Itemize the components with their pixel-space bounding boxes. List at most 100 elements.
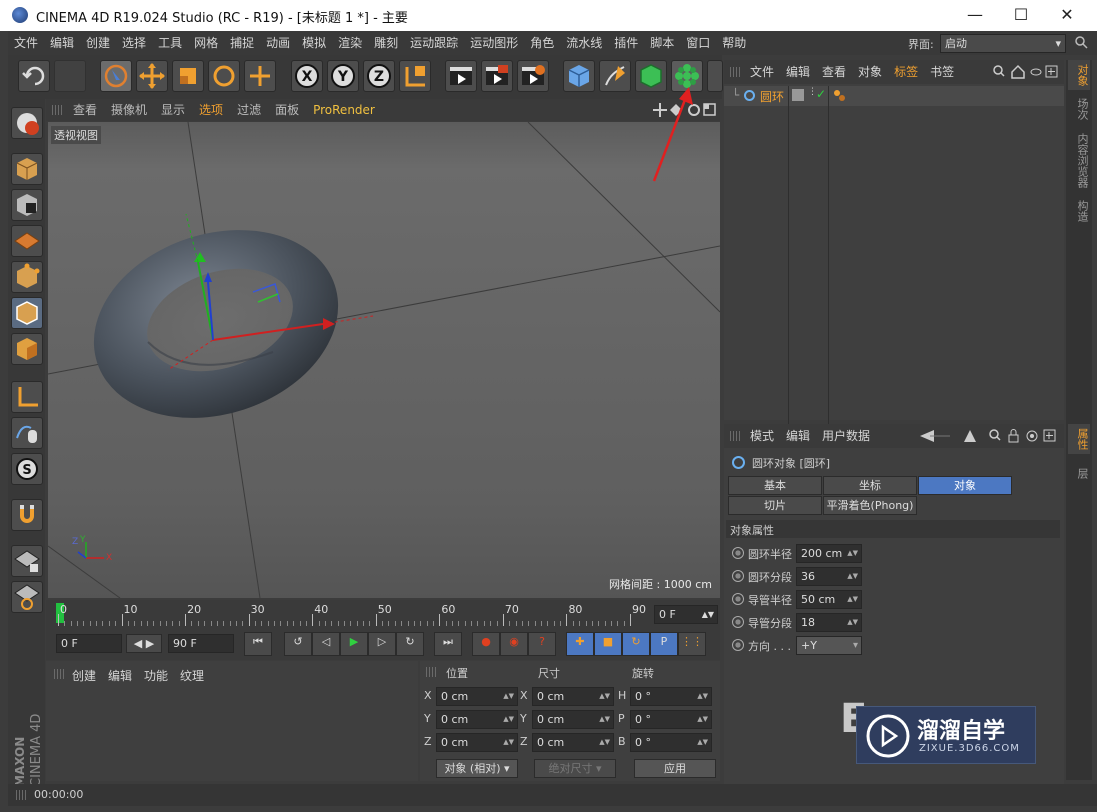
coord-value-field[interactable]: 0 cm ▲▼ — [436, 733, 518, 752]
material-menu-item[interactable]: 编辑 — [102, 664, 138, 688]
menu-item[interactable]: 角色 — [524, 31, 560, 55]
keyframe-radio-icon[interactable] — [732, 547, 744, 559]
next-frame-button[interactable]: ▷ — [368, 632, 396, 656]
viewport-menu-item[interactable]: 选项 — [192, 99, 230, 121]
texture-mode-button[interactable] — [11, 189, 43, 221]
menu-item[interactable]: 网格 — [188, 31, 224, 55]
menu-item[interactable]: 模拟 — [296, 31, 332, 55]
render-view-button[interactable] — [445, 60, 477, 92]
keyframe-radio-icon[interactable] — [732, 593, 744, 605]
keyframe-radio-icon[interactable] — [732, 639, 744, 651]
live-selection-tool[interactable] — [100, 60, 132, 92]
parameter-value-field[interactable]: 50 cm ▲▼ — [796, 590, 862, 609]
key-position-button[interactable]: ✚ — [566, 632, 594, 656]
keyframe-radio-icon[interactable] — [732, 616, 744, 628]
object-menu-item[interactable]: 书签 — [924, 60, 960, 84]
workplane-mode-button[interactable] — [11, 225, 43, 257]
object-menu-item[interactable]: 标签 — [888, 60, 924, 84]
current-frame-field[interactable]: 0 F ▲▼ — [654, 605, 718, 624]
menu-item[interactable]: 工具 — [152, 31, 188, 55]
render-settings-button[interactable] — [517, 60, 549, 92]
parameter-value-field[interactable]: 18 ▲▼ — [796, 613, 862, 632]
menu-item[interactable]: 动画 — [260, 31, 296, 55]
coord-value-field[interactable]: 0 cm ▲▼ — [532, 733, 614, 752]
coordinate-system-button[interactable] — [399, 60, 431, 92]
menu-item[interactable]: 插件 — [608, 31, 644, 55]
viewport-menu-item[interactable]: 显示 — [154, 99, 192, 121]
coord-value-field[interactable]: 0 ° ▲▼ — [630, 733, 712, 752]
layer-icon[interactable] — [792, 89, 804, 101]
search-icon[interactable] — [1074, 35, 1088, 49]
object-menu-item[interactable]: 编辑 — [780, 60, 816, 84]
prev-frame-button[interactable]: ◁ — [312, 632, 340, 656]
end-frame-field[interactable]: 90 F — [168, 634, 234, 653]
render-to-picture-viewer-button[interactable] — [481, 60, 513, 92]
coord-value-field[interactable]: 0 ° ▲▼ — [630, 710, 712, 729]
maximize-button[interactable]: ☐ — [998, 0, 1044, 31]
next-key-button[interactable]: ↻ — [396, 632, 424, 656]
z-axis-lock-button[interactable]: Z — [363, 60, 395, 92]
object-menu-item[interactable]: 对象 — [852, 60, 888, 84]
right-tab[interactable]: 对象 — [1068, 60, 1090, 90]
attribute-menu-item[interactable]: 用户数据 — [816, 424, 876, 448]
object-menu-item[interactable]: 查看 — [816, 60, 852, 84]
key-parameter-button[interactable]: P — [650, 632, 678, 656]
coord-value-field[interactable]: 0 cm ▲▼ — [532, 710, 614, 729]
coord-value-field[interactable]: 0 ° ▲▼ — [630, 687, 712, 706]
apply-button[interactable]: 应用 — [634, 759, 716, 778]
model-mode-button[interactable] — [11, 153, 43, 185]
parameter-value-field[interactable]: 36 ▲▼ — [796, 567, 862, 586]
auto-key-button[interactable]: ◉ — [500, 632, 528, 656]
make-editable-button[interactable] — [11, 107, 43, 139]
coord-value-field[interactable]: 0 cm ▲▼ — [436, 687, 518, 706]
parameter-value-field[interactable]: 200 cm ▲▼ — [796, 544, 862, 563]
menu-item[interactable]: 创建 — [80, 31, 116, 55]
tab-basic[interactable]: 基本 — [728, 476, 822, 495]
x-axis-lock-button[interactable]: X — [291, 60, 323, 92]
menu-item[interactable]: 运动图形 — [464, 31, 524, 55]
right-tab[interactable]: 内容浏览器 — [1068, 128, 1090, 192]
scale-tool[interactable] — [172, 60, 204, 92]
size-mode-dropdown[interactable]: 绝对尺寸 ▾ — [534, 759, 616, 778]
undo-button[interactable] — [18, 60, 50, 92]
viewport-menu-item[interactable]: 过滤 — [230, 99, 268, 121]
viewport-menu-item[interactable]: 查看 — [66, 99, 104, 121]
move-tool[interactable] — [136, 60, 168, 92]
object-menu-item[interactable]: 文件 — [744, 60, 780, 84]
attribute-menu-item[interactable]: 编辑 — [780, 424, 816, 448]
menu-item[interactable]: 流水线 — [560, 31, 608, 55]
keyframe-radio-icon[interactable] — [732, 570, 744, 582]
menu-item[interactable]: 渲染 — [332, 31, 368, 55]
rotate-tool[interactable] — [208, 60, 240, 92]
tab-slice[interactable]: 切片 — [728, 496, 822, 515]
solo-mode-button[interactable]: S — [11, 453, 43, 485]
material-menu-item[interactable]: 功能 — [138, 664, 174, 688]
workplane-lock-button[interactable] — [11, 545, 43, 577]
pen-spline-button[interactable] — [599, 60, 631, 92]
attribute-menu-item[interactable]: 模式 — [744, 424, 780, 448]
goto-end-button[interactable]: ⏭ — [434, 632, 462, 656]
tweak-mode-button[interactable] — [11, 417, 43, 449]
right-tab[interactable]: 属性 — [1068, 424, 1090, 454]
enabled-check-icon[interactable]: ✓ — [816, 87, 826, 101]
menu-item[interactable]: 选择 — [116, 31, 152, 55]
play-button[interactable]: ▶ — [340, 632, 368, 656]
material-menu-item[interactable]: 创建 — [66, 664, 102, 688]
menu-item[interactable]: 文件 — [8, 31, 44, 55]
cube-object-button[interactable] — [563, 60, 595, 92]
key-pla-button[interactable]: ⋮⋮ — [678, 632, 706, 656]
coord-value-field[interactable]: 0 cm ▲▼ — [436, 710, 518, 729]
key-rotation-button[interactable]: ↻ — [622, 632, 650, 656]
snap-magnet-button[interactable] — [11, 499, 43, 531]
prev-key-button[interactable]: ↺ — [284, 632, 312, 656]
parameter-value-field[interactable]: +Y ▾ — [796, 636, 862, 655]
timeline-ruler[interactable]: 0 10 20 30 40 50 60 70 80 90 0 F ▲▼ — [46, 600, 720, 628]
material-menu-item[interactable]: 纹理 — [174, 664, 210, 688]
menu-item[interactable]: 编辑 — [44, 31, 80, 55]
tab-phong[interactable]: 平滑着色(Phong) — [823, 496, 917, 515]
object-row-torus[interactable]: └ 圆环 ⋮ ✓ — [724, 86, 1064, 426]
tab-object[interactable]: 对象 — [918, 476, 1012, 495]
right-tab[interactable]: 构造 — [1068, 196, 1090, 226]
menu-item[interactable]: 窗口 — [680, 31, 716, 55]
viewport-menu-item[interactable]: 面板 — [268, 99, 306, 121]
